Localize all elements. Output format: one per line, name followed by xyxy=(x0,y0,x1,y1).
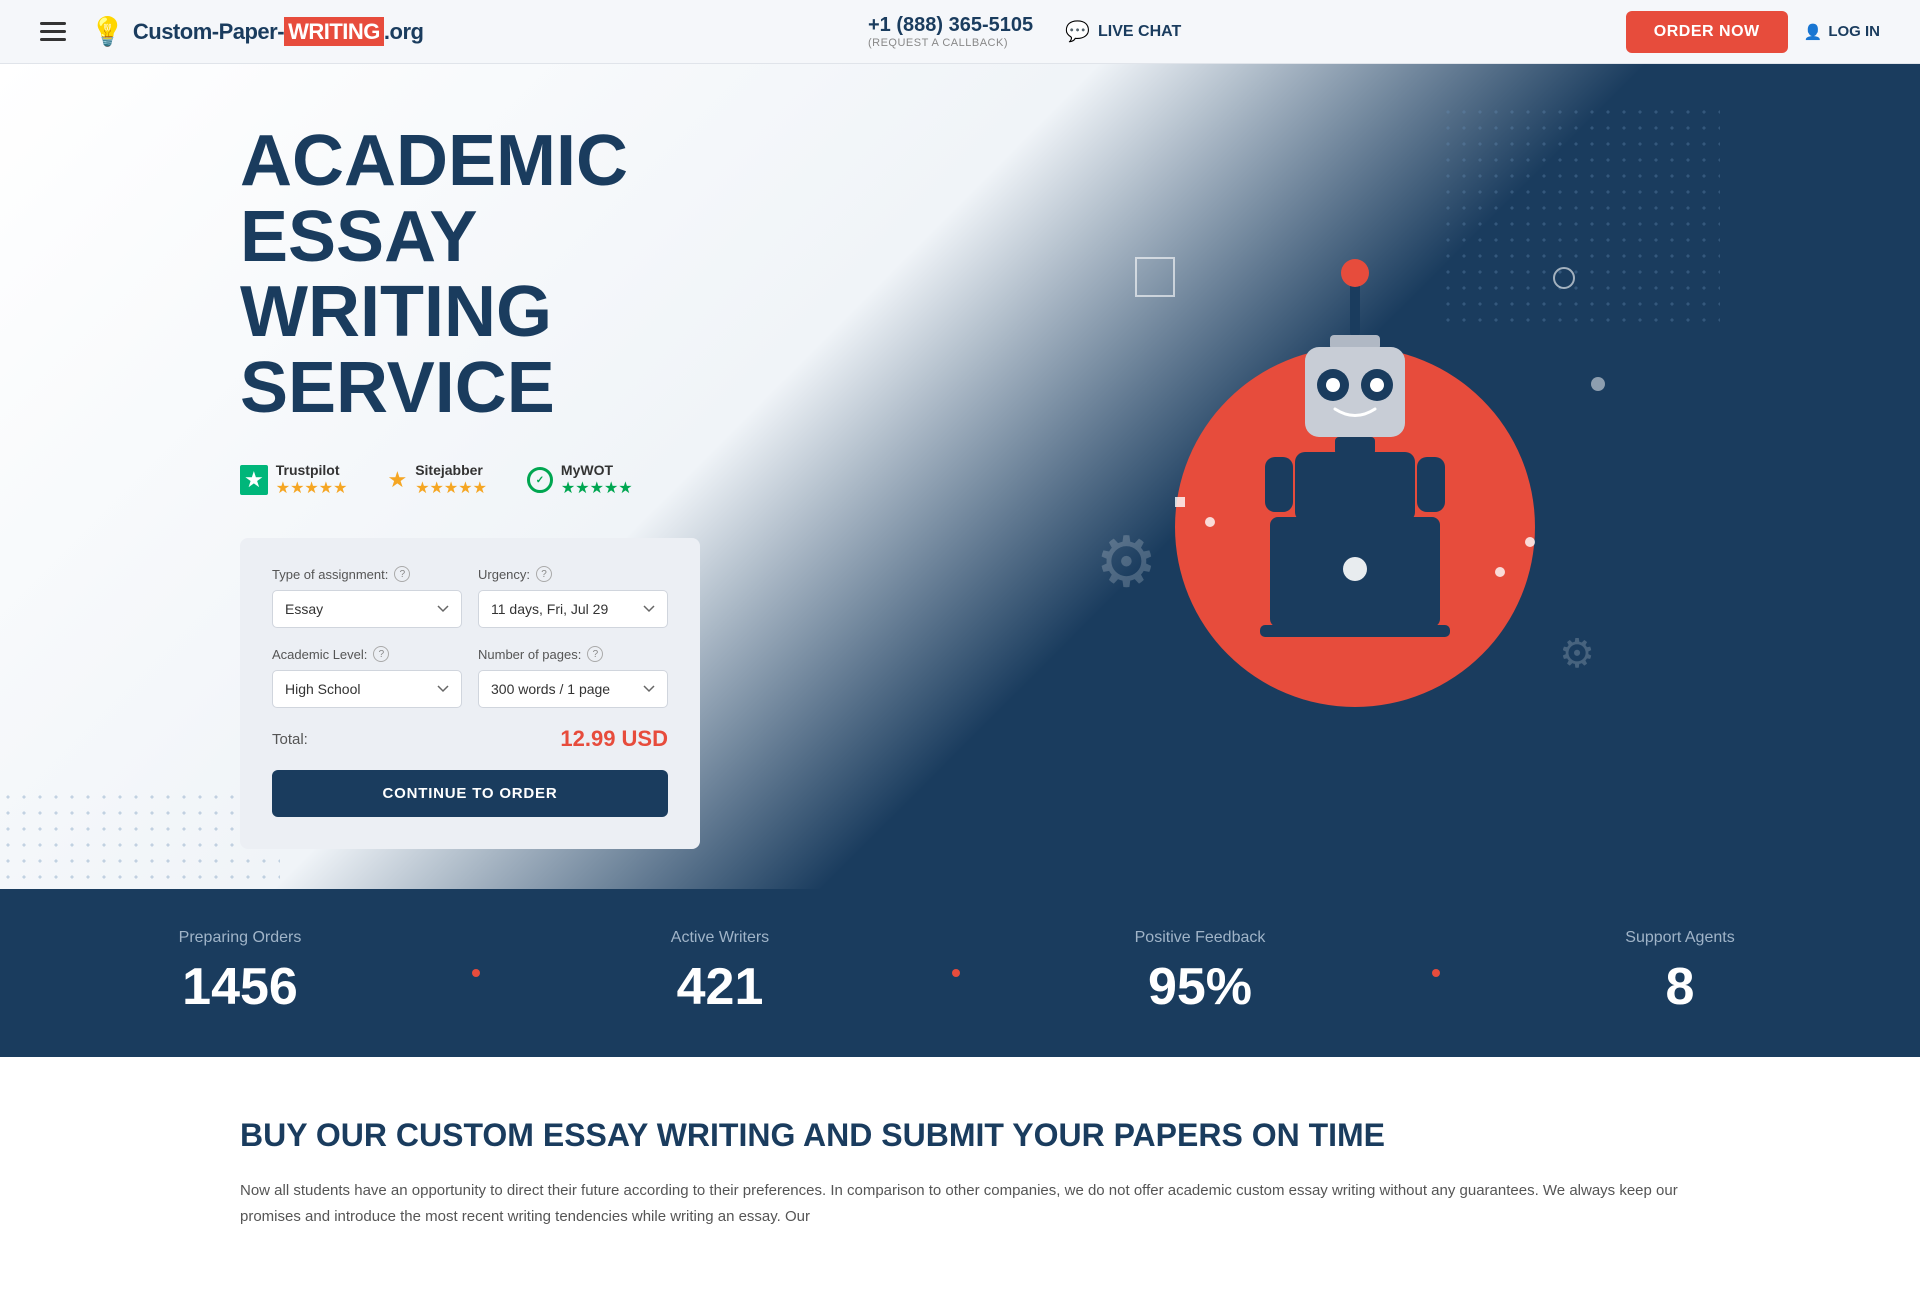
gear-right: ⚙ xyxy=(1559,631,1595,677)
stat-writers-value: 421 xyxy=(540,957,900,1017)
stat-support-label: Support Agents xyxy=(1500,929,1860,947)
stat-feedback-value: 95% xyxy=(1020,957,1380,1017)
pages-label: Number of pages: ? xyxy=(478,646,668,662)
hero-right: ⚙ ⚙ xyxy=(730,64,1920,889)
stats-section: Preparing Orders 1456 Active Writers 421… xyxy=(0,889,1920,1057)
gear-left: ⚙ xyxy=(1095,527,1158,597)
phone-number[interactable]: +1 (888) 365-5105 xyxy=(868,14,1033,37)
logo-icon: 💡 xyxy=(90,15,125,48)
academic-help-icon[interactable]: ? xyxy=(373,646,389,662)
deco-circle-2 xyxy=(1553,267,1575,289)
live-chat-button[interactable]: 💬 LIVE CHAT xyxy=(1065,19,1181,44)
pages-select[interactable]: 300 words / 1 page xyxy=(478,670,668,708)
header: 💡 Custom-Paper-WRITING.org +1 (888) 365-… xyxy=(0,0,1920,64)
phone-block: +1 (888) 365-5105 (REQUEST A CALLBACK) xyxy=(868,14,1033,49)
assignment-label: Type of assignment: ? xyxy=(272,566,462,582)
bottom-text: Now all students have an opportunity to … xyxy=(240,1178,1680,1229)
trustpilot-stars: ★★★★★ xyxy=(276,478,348,498)
sitejabber-stars: ★★★★★ xyxy=(415,478,487,498)
header-center: +1 (888) 365-5105 (REQUEST A CALLBACK) 💬… xyxy=(868,14,1181,49)
sitejabber-icon: ★ xyxy=(387,467,407,493)
stat-feedback-label: Positive Feedback xyxy=(1020,929,1380,947)
assignment-group: Type of assignment: ? Essay xyxy=(272,566,462,628)
stat-support: Support Agents 8 xyxy=(1440,929,1920,1017)
trustpilot-icon: ★ xyxy=(240,465,268,495)
urgency-help-icon[interactable]: ? xyxy=(536,566,552,582)
mywot-rating: ✓ MyWOT ★★★★★ xyxy=(527,462,633,498)
total-label: Total: xyxy=(272,731,308,748)
order-now-button[interactable]: ORDER NOW xyxy=(1626,11,1788,53)
assignment-help-icon[interactable]: ? xyxy=(394,566,410,582)
form-row-2: Academic Level: ? High School Number of … xyxy=(272,646,668,708)
pages-group: Number of pages: ? 300 words / 1 page xyxy=(478,646,668,708)
header-right: ORDER NOW 👤 LOG IN xyxy=(1626,11,1880,53)
hero-left: ACADEMIC ESSAY WRITING SERVICE ★ Trustpi… xyxy=(0,64,730,889)
trustpilot-label: Trustpilot xyxy=(276,462,348,478)
pages-help-icon[interactable]: ? xyxy=(587,646,603,662)
robot-svg xyxy=(1215,257,1495,737)
academic-select[interactable]: High School xyxy=(272,670,462,708)
bottom-title: BUY OUR CUSTOM ESSAY WRITING AND SUBMIT … xyxy=(240,1117,1680,1154)
sitejabber-rating: ★ Sitejabber ★★★★★ xyxy=(387,462,486,498)
urgency-group: Urgency: ? 11 days, Fri, Jul 29 xyxy=(478,566,668,628)
deco-circle-1 xyxy=(1135,257,1175,297)
total-row: Total: 12.99 USD xyxy=(272,726,668,752)
urgency-label: Urgency: ? xyxy=(478,566,668,582)
deco-dot-1 xyxy=(1591,377,1605,391)
dot-3 xyxy=(1525,537,1535,547)
mywot-stars: ★★★★★ xyxy=(561,478,633,498)
bottom-section: BUY OUR CUSTOM ESSAY WRITING AND SUBMIT … xyxy=(0,1057,1920,1289)
continue-button[interactable]: CONTINUE TO ORDER xyxy=(272,770,668,817)
dot-2 xyxy=(1205,517,1215,527)
robot-illustration: ⚙ ⚙ xyxy=(1075,217,1635,737)
header-left: 💡 Custom-Paper-WRITING.org xyxy=(40,15,423,48)
hero-title: ACADEMIC ESSAY WRITING SERVICE xyxy=(240,124,730,426)
stat-support-value: 8 xyxy=(1500,957,1860,1017)
hero-section: ACADEMIC ESSAY WRITING SERVICE ★ Trustpi… xyxy=(0,64,1920,889)
stat-preparing: Preparing Orders 1456 xyxy=(0,929,480,1017)
sitejabber-label: Sitejabber xyxy=(415,462,487,478)
login-button[interactable]: 👤 LOG IN xyxy=(1804,23,1880,41)
stat-preparing-label: Preparing Orders xyxy=(60,929,420,947)
academic-label: Academic Level: ? xyxy=(272,646,462,662)
mywot-label: MyWOT xyxy=(561,462,633,478)
stat-preparing-value: 1456 xyxy=(60,957,420,1017)
stat-writers-label: Active Writers xyxy=(540,929,900,947)
urgency-select[interactable]: 11 days, Fri, Jul 29 xyxy=(478,590,668,628)
stat-writers: Active Writers 421 xyxy=(480,929,960,1017)
chat-icon: 💬 xyxy=(1065,19,1090,44)
ratings-row: ★ Trustpilot ★★★★★ ★ Sitejabber ★★★★★ ✓ … xyxy=(240,462,730,498)
callback-text: (REQUEST A CALLBACK) xyxy=(868,37,1033,49)
dot-1 xyxy=(1175,497,1185,507)
user-icon: 👤 xyxy=(1804,23,1823,41)
mywot-icon: ✓ xyxy=(527,467,553,493)
stat-feedback: Positive Feedback 95% xyxy=(960,929,1440,1017)
dot-4 xyxy=(1495,567,1505,577)
total-price: 12.99 USD xyxy=(560,726,668,752)
logo[interactable]: 💡 Custom-Paper-WRITING.org xyxy=(90,15,423,48)
trustpilot-rating: ★ Trustpilot ★★★★★ xyxy=(240,462,347,498)
logo-text: Custom-Paper-WRITING.org xyxy=(133,19,424,45)
assignment-select[interactable]: Essay xyxy=(272,590,462,628)
academic-group: Academic Level: ? High School xyxy=(272,646,462,708)
hamburger-menu[interactable] xyxy=(40,22,66,41)
order-form: Type of assignment: ? Essay Urgency: ? 1… xyxy=(240,538,700,849)
form-row-1: Type of assignment: ? Essay Urgency: ? 1… xyxy=(272,566,668,628)
